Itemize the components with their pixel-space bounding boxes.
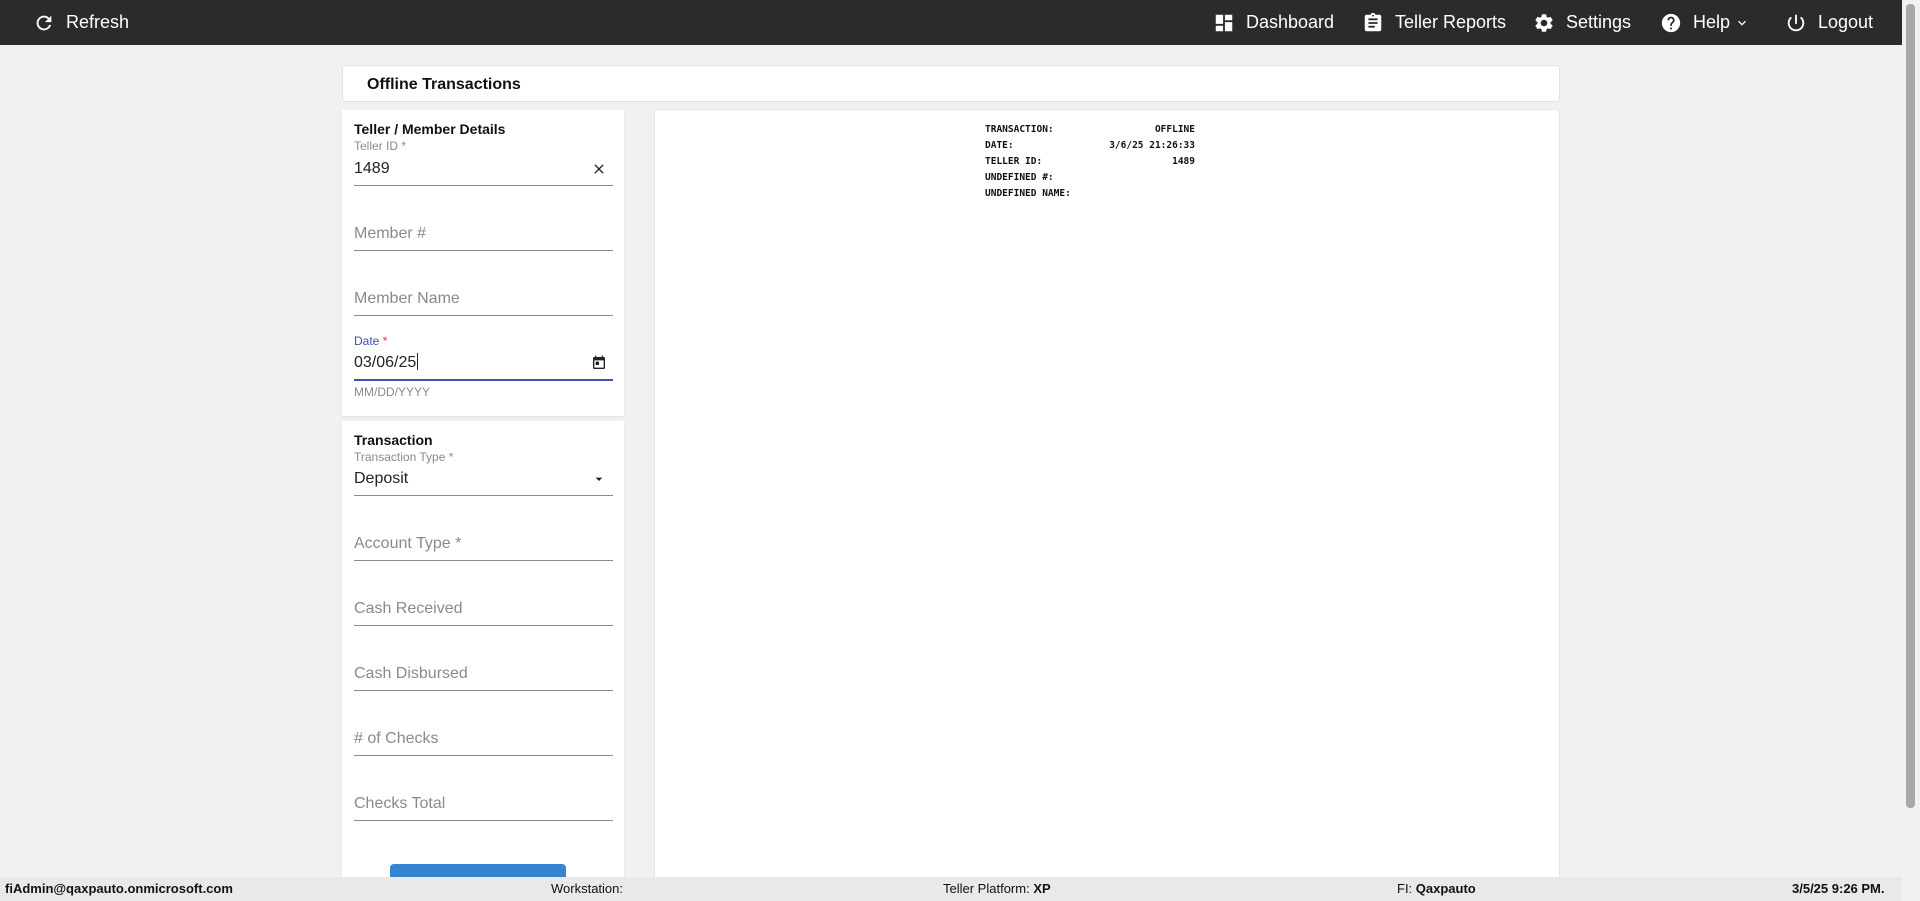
cash-disbursed-field[interactable]: Cash Disbursed [354,651,613,691]
date-field[interactable]: 03/06/25 [354,341,613,381]
receipt-line-teller-id: TELLER ID: 1489 [985,156,1195,167]
clear-icon[interactable] [591,161,607,177]
page-title: Offline Transactions [367,76,521,93]
clipboard-icon [1364,12,1382,31]
account-type-placeholder: Account Type * [354,535,462,552]
page-header: Offline Transactions [342,65,1560,102]
checks-total-placeholder: Checks Total [354,795,446,812]
transaction-type-select[interactable]: Deposit [354,456,613,496]
help-label: Help [1693,12,1731,32]
settings-label: Settings [1566,12,1632,32]
transaction-card: Transaction Transaction Type * Deposit A… [342,421,624,892]
status-workstation: Workstation: [551,881,624,896]
teller-id-value: 1489 [354,160,390,177]
teller-reports-label: Teller Reports [1395,12,1507,32]
num-checks-field[interactable]: # of Checks [354,716,613,756]
help-menu[interactable]: Help [1660,0,1750,45]
settings-link[interactable]: Settings [1533,0,1631,45]
status-platform: Teller Platform: XP [943,881,1051,896]
member-name-field[interactable]: Member Name [354,276,613,316]
dropdown-arrow-icon[interactable] [591,471,607,487]
refresh-icon [36,15,52,30]
teller-id-field[interactable]: 1489 [354,146,613,186]
transaction-title: Transaction [354,432,433,448]
status-bar: fiAdmin@qaxpauto.onmicrosoft.com Worksta… [0,877,1902,901]
gear-icon [1535,13,1553,32]
dashboard-link[interactable]: Dashboard [1213,0,1334,45]
receipt-line-date: DATE: 3/6/25 21:26:33 [985,140,1195,151]
member-name-placeholder: Member Name [354,290,460,307]
checks-total-field[interactable]: Checks Total [354,781,613,821]
receipt-preview-panel: TRANSACTION: OFFLINE DATE: 3/6/25 21:26:33… [654,109,1560,881]
receipt: TRANSACTION: OFFLINE DATE: 3/6/25 21:26:33… [985,122,1195,202]
status-user: fiAdmin@qaxpauto.onmicrosoft.com [5,881,233,896]
logout-button[interactable]: Logout [1785,0,1873,45]
scrollbar-thumb[interactable] [1906,4,1915,808]
dashboard-icon [1215,14,1233,31]
date-value: 03/06/25 [354,353,419,371]
member-number-field[interactable]: Member # [354,211,613,251]
account-type-select[interactable]: Account Type * [354,521,613,561]
top-navigation-bar: Refresh Dashboard Teller Reports Setting… [0,0,1902,45]
cash-received-field[interactable]: Cash Received [354,586,613,626]
num-checks-placeholder: # of Checks [354,730,439,747]
transaction-type-value: Deposit [354,470,409,487]
date-format-hint: MM/DD/YYYY [354,385,431,399]
refresh-button[interactable]: Refresh [33,0,129,45]
receipt-line-transaction: TRANSACTION: OFFLINE [985,124,1195,135]
logout-label: Logout [1818,12,1874,32]
dashboard-label: Dashboard [1246,12,1335,32]
chevron-down-icon [1738,20,1747,26]
teller-reports-link[interactable]: Teller Reports [1362,0,1506,45]
calendar-icon[interactable] [591,355,607,371]
receipt-line-undefined-name: UNDEFINED NAME: [985,188,1071,199]
power-icon [1787,14,1805,31]
status-fi: FI: Qaxpauto [1397,881,1476,896]
cash-disbursed-placeholder: Cash Disbursed [354,665,468,682]
refresh-label: Refresh [66,12,130,32]
member-details-card: Teller / Member Details Teller ID * 1489… [342,110,624,416]
help-icon [1661,13,1681,32]
status-datetime: 3/5/25 9:26 PM. [1792,881,1885,896]
vertical-scrollbar[interactable] [1902,0,1920,901]
member-number-placeholder: Member # [354,225,427,242]
member-details-title: Teller / Member Details [354,121,506,137]
receipt-line-undefined-number: UNDEFINED #: [985,172,1054,183]
cash-received-placeholder: Cash Received [354,600,463,617]
